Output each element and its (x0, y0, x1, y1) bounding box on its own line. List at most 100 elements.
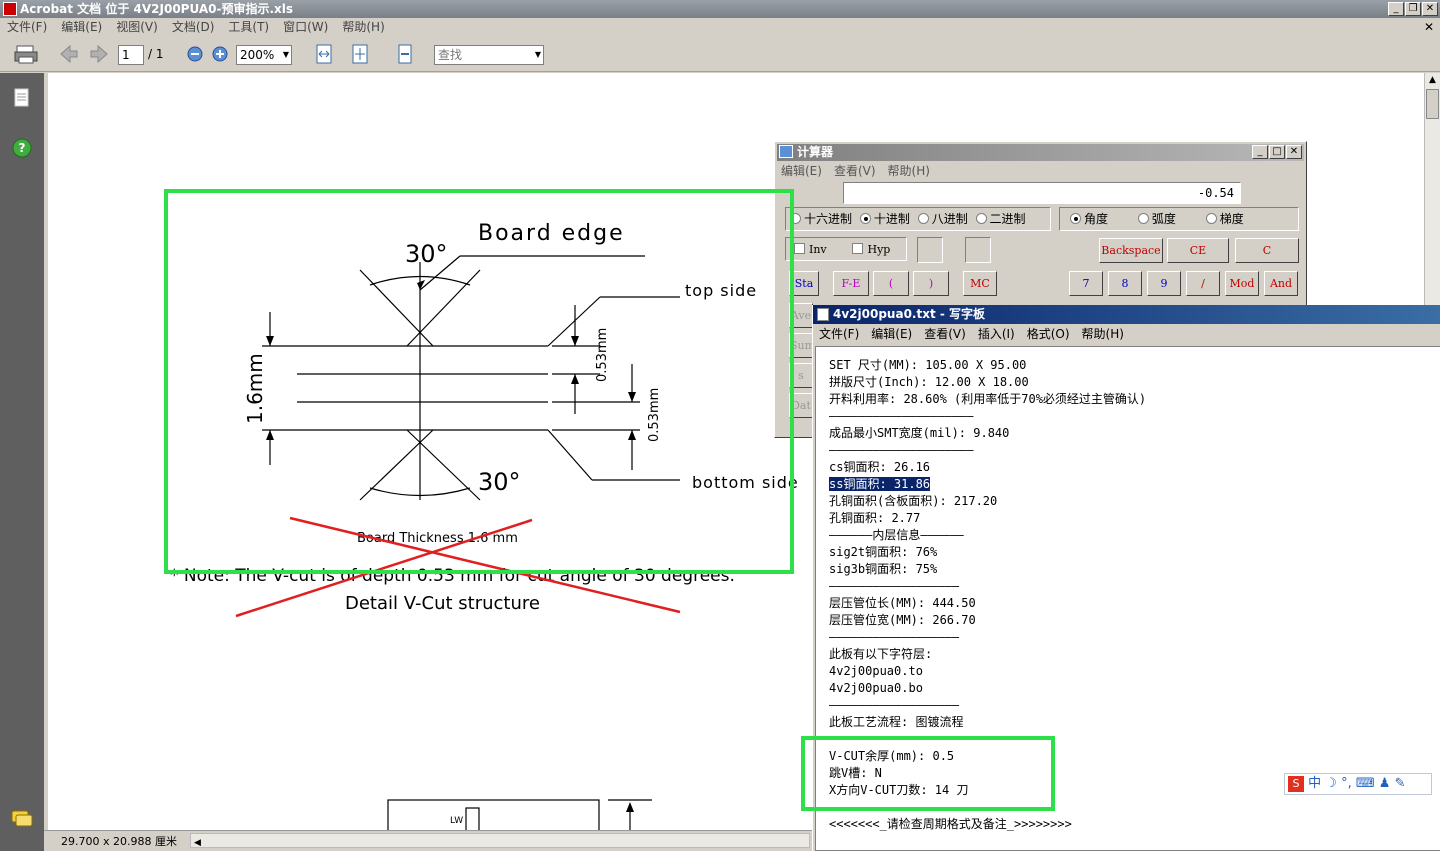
menu-document[interactable]: 文档(D) (165, 18, 222, 37)
doc-close-icon[interactable]: ✕ (1424, 18, 1434, 37)
text-line: —————————————————— (829, 698, 960, 712)
close-paren-button[interactable]: ) (913, 271, 949, 296)
ime-toolbar[interactable]: S 中 ☽ °, ⌨ ♟ ✎ (1284, 773, 1432, 795)
single-page-icon[interactable] (395, 43, 415, 65)
menu-view[interactable]: 视图(V) (109, 18, 165, 37)
keyboard-icon[interactable]: ⌨ (1356, 776, 1375, 791)
angle-grads[interactable]: 梯度 (1205, 212, 1244, 226)
menu-help[interactable]: 帮助(H) (335, 18, 391, 37)
scroll-left-icon[interactable]: ◀ (191, 838, 201, 848)
close-button[interactable]: ✕ (1422, 2, 1438, 16)
text-line: ———————————————————— (829, 443, 974, 457)
calculator-title-bar[interactable]: 计算器 (777, 144, 1304, 161)
wp-menu-file[interactable]: 文件(F) (813, 324, 865, 344)
radix-group: 十六进制 十进制 八进制 二进制 (785, 207, 1051, 231)
wordpad-title: 4v2j00pua0.txt - 写字板 (833, 307, 986, 321)
text-line: sig3b铜面积: 75% (829, 562, 938, 576)
wp-menu-insert[interactable]: 插入(I) (972, 324, 1021, 344)
print-icon[interactable] (12, 43, 40, 65)
prev-page-icon[interactable] (58, 43, 80, 65)
c-button[interactable]: C (1235, 238, 1299, 263)
wp-menu-edit[interactable]: 编辑(E) (865, 324, 918, 344)
zoom-out-icon[interactable] (186, 43, 204, 65)
next-page-icon[interactable] (88, 43, 110, 65)
text-line: 4v2j00pua0.bo (829, 681, 923, 695)
and-button[interactable]: And (1264, 271, 1298, 296)
angle-degrees[interactable]: 角度 (1070, 212, 1108, 226)
fit-width-icon[interactable] (314, 43, 334, 65)
menu-bar: 文件(F) 编辑(E) 视图(V) 文档(D) 工具(T) 窗口(W) 帮助(H) ✕ (0, 18, 1440, 37)
wp-menu-help[interactable]: 帮助(H) (1076, 324, 1130, 344)
menu-tools[interactable]: 工具(T) (221, 18, 276, 37)
calc-menu-edit[interactable]: 编辑(E) (775, 162, 828, 180)
calc-menu-help[interactable]: 帮助(H) (882, 162, 936, 180)
toolbar: 1 / 1 200% ▼ 查找 ▼ (0, 37, 1440, 72)
text-line: SET 尺寸(MM): 105.00 X 95.00 (829, 358, 1027, 372)
find-placeholder: 查找 (438, 48, 463, 62)
calc-menu-view[interactable]: 查看(V) (828, 162, 882, 180)
angle-radians[interactable]: 弧度 (1137, 212, 1176, 226)
wrench-icon[interactable]: ✎ (1395, 776, 1406, 791)
backspace-button[interactable]: Backspace (1099, 238, 1163, 263)
text-line: <<<<<<<_请检查周期格式及备注_>>>>>>>> (829, 817, 1072, 831)
scroll-thumb[interactable] (1426, 89, 1439, 119)
zoom-value: 200% (240, 48, 275, 62)
menu-file[interactable]: 文件(F) (0, 18, 54, 37)
text-line: 拼版尺寸(Inch): 12.00 X 18.00 (829, 375, 1029, 389)
calc-close-button[interactable]: ✕ (1286, 145, 1302, 159)
zoom-in-icon[interactable] (211, 43, 229, 65)
scroll-up-icon[interactable]: ▲ (1425, 73, 1440, 88)
pages-icon[interactable] (12, 87, 32, 109)
window-title: Acrobat 文档 位于 4V2J00PUA0-预审指示.xls (20, 2, 294, 16)
radix-oct[interactable]: 八进制 (917, 212, 968, 226)
comments-icon[interactable] (10, 809, 34, 829)
text-line: ———————————————————— (829, 409, 974, 423)
inv-checkbox[interactable]: Inv (794, 243, 827, 256)
help-icon[interactable]: ? (11, 137, 33, 159)
menu-edit[interactable]: 编辑(E) (54, 18, 109, 37)
restore-button[interactable]: ❐ (1405, 2, 1421, 16)
radix-dec[interactable]: 十进制 (859, 212, 910, 226)
wordpad-icon (817, 308, 829, 321)
ce-button[interactable]: CE (1167, 238, 1229, 263)
ime-mode[interactable]: 中 (1308, 776, 1321, 791)
zoom-select[interactable]: 200% ▼ (236, 45, 292, 65)
horizontal-scrollbar[interactable]: ◀ (190, 833, 810, 848)
text-line: 孔铜面积: 2.77 (829, 511, 921, 525)
sogou-logo-icon[interactable]: S (1288, 775, 1304, 792)
digit-9-button[interactable]: 9 (1147, 271, 1181, 296)
minimize-button[interactable]: _ (1388, 2, 1404, 16)
radix-hex[interactable]: 十六进制 (790, 212, 852, 226)
divide-button[interactable]: / (1186, 271, 1220, 296)
selected-text: ss铜面积: 31.86 (829, 477, 931, 491)
fit-page-icon[interactable] (350, 43, 370, 65)
digit-8-button[interactable]: 8 (1108, 271, 1142, 296)
text-line: 成品最小SMT宽度(mil): 9.840 (829, 426, 1010, 440)
text-line: —————————————————— (829, 630, 960, 644)
mod-button[interactable]: Mod (1225, 271, 1259, 296)
calc-minimize-button[interactable]: _ (1252, 145, 1268, 159)
small-mark: LW (450, 816, 463, 826)
wp-menu-view[interactable]: 查看(V) (918, 324, 972, 344)
text-line: 4v2j00pua0.to (829, 664, 923, 678)
calc-maximize-button[interactable]: □ (1269, 145, 1285, 159)
text-line: —————————————————— (829, 579, 960, 593)
open-paren-button[interactable]: ( (873, 271, 909, 296)
find-input[interactable]: 查找 ▼ (434, 45, 544, 65)
menu-window[interactable]: 窗口(W) (276, 18, 335, 37)
moon-icon[interactable]: ☽ (1325, 776, 1337, 791)
user-icon[interactable]: ♟ (1379, 776, 1391, 791)
navigation-panel: ? (0, 73, 44, 851)
mc-button[interactable]: MC (963, 271, 997, 296)
radix-bin[interactable]: 二进制 (975, 212, 1026, 226)
hyp-checkbox[interactable]: Hyp (852, 243, 890, 256)
digit-7-button[interactable]: 7 (1069, 271, 1103, 296)
wordpad-title-bar[interactable]: 4v2j00pua0.txt - 写字板 (813, 305, 1440, 324)
fe-button[interactable]: F-E (833, 271, 869, 296)
memory-indicator (917, 237, 943, 263)
punctuation-icon[interactable]: °, (1341, 776, 1352, 791)
vcut-highlight-box (801, 736, 1055, 811)
page-number-input[interactable]: 1 (118, 45, 144, 65)
find-dropdown-icon[interactable]: ▼ (535, 46, 541, 64)
wp-menu-format[interactable]: 格式(O) (1021, 324, 1076, 344)
